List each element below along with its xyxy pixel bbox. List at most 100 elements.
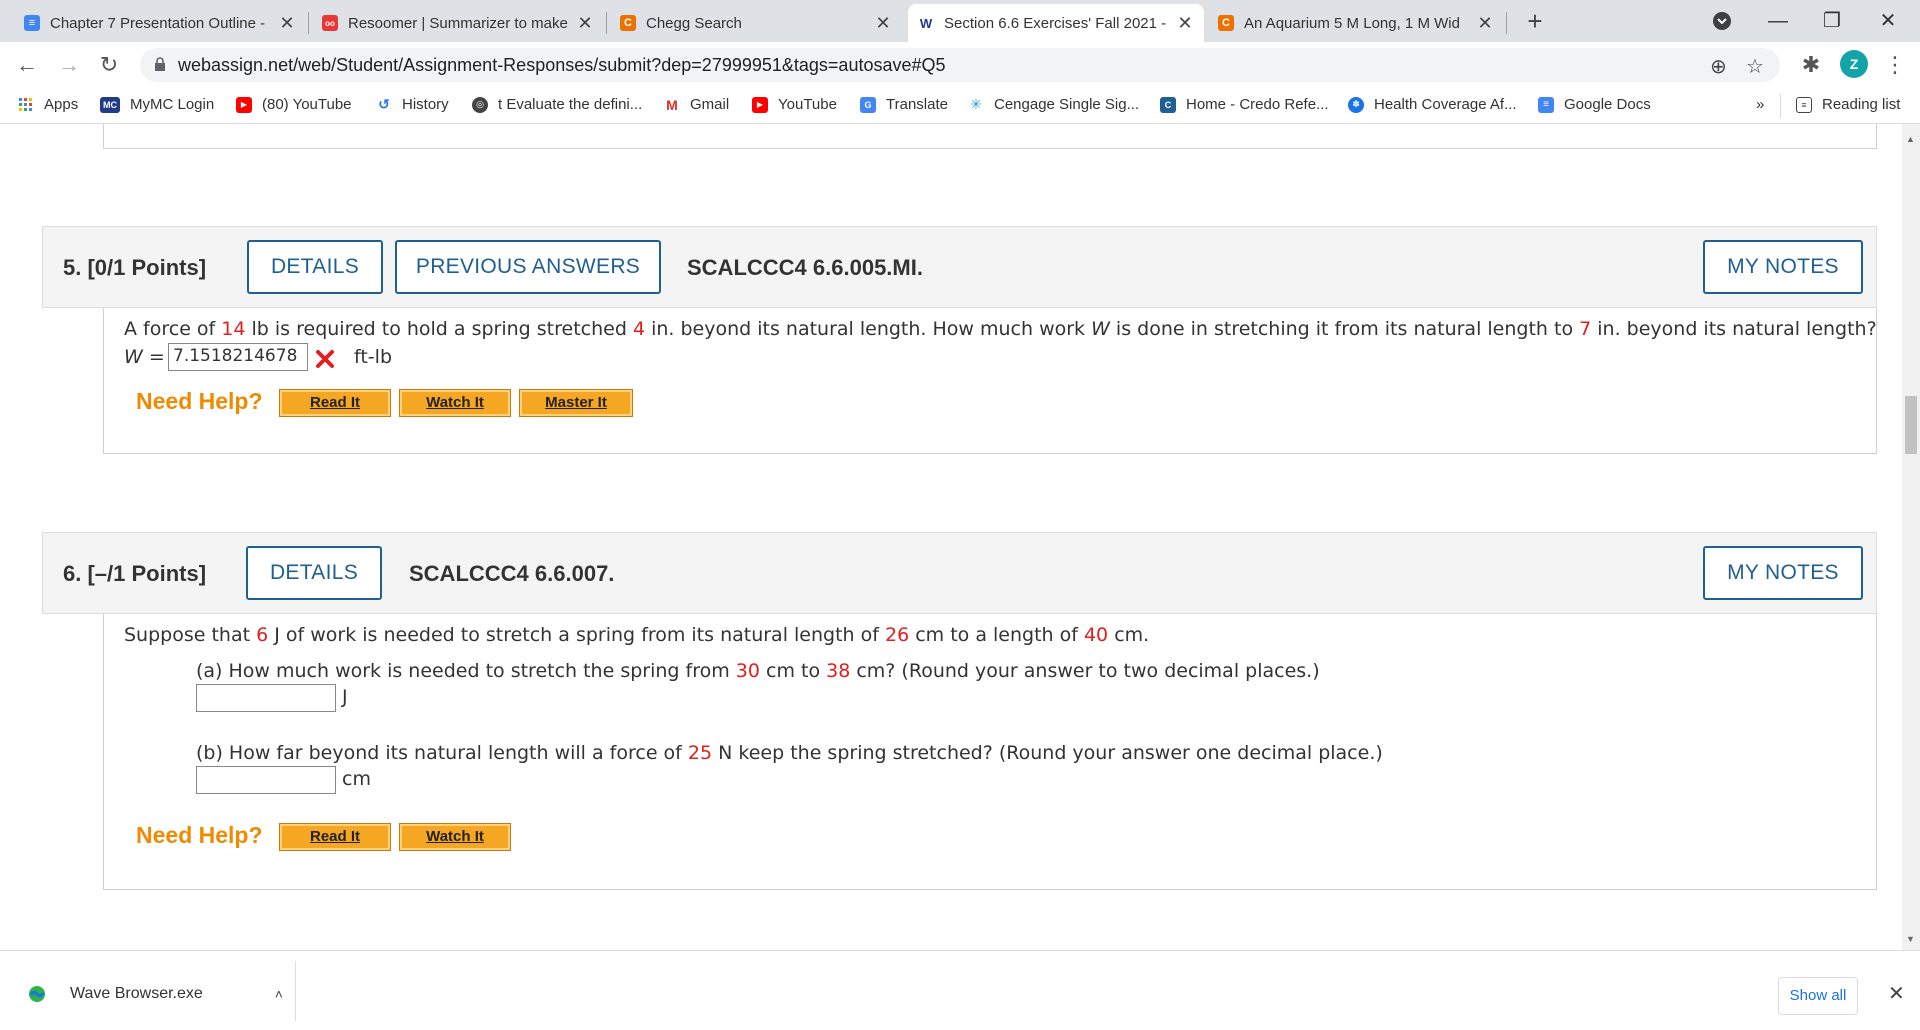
question-5-header: 5. [0/1 Points] DETAILS PREVIOUS ANSWERS… — [42, 226, 1877, 308]
youtube-icon: ▶ — [752, 96, 768, 113]
resoomer-icon: oo — [322, 15, 338, 31]
question-6-my-notes-button[interactable]: MY NOTES — [1703, 546, 1863, 600]
question-6-part-b-text: (b) How far beyond its natural length wi… — [196, 742, 1383, 764]
tab-chegg-search[interactable]: C Chegg Search ✕ — [610, 4, 902, 42]
question-6-part-b-unit: cm — [342, 768, 371, 790]
tab-strip: ≡ Chapter 7 Presentation Outline - ✕ oo … — [0, 0, 1920, 42]
bookmark-google-docs[interactable]: ≡ Google Docs — [1538, 96, 1651, 113]
history-icon: ↺ — [378, 96, 390, 112]
reading-list-icon: ≡ — [1796, 96, 1812, 113]
question-5-my-notes-button[interactable]: MY NOTES — [1703, 240, 1863, 294]
profile-avatar[interactable]: Z — [1840, 50, 1868, 78]
wave-browser-icon — [29, 986, 45, 1002]
close-download-bar-icon[interactable]: ✕ — [1888, 981, 1905, 1006]
incorrect-x-icon — [316, 350, 334, 368]
tab-aquarium[interactable]: C An Aquarium 5 M Long, 1 M Wid ✕ — [1208, 4, 1504, 42]
reload-icon[interactable]: ↻ — [94, 50, 124, 80]
tab-separator — [1506, 12, 1507, 34]
question-6-part-a-text: (a) How much work is needed to stretch t… — [196, 660, 1320, 682]
new-tab-button[interactable]: + — [1520, 6, 1550, 37]
page-content: 5. [0/1 Points] DETAILS PREVIOUS ANSWERS… — [0, 124, 1902, 950]
translate-icon: G — [860, 96, 876, 113]
menu-kebab-icon[interactable]: ⋮ — [1880, 50, 1910, 80]
tab-section-6-6[interactable]: W Section 6.6 Exercises' Fall 2021 - ✕ — [908, 4, 1204, 42]
health-icon: ✽ — [1348, 96, 1364, 113]
question-6-details-button[interactable]: DETAILS — [246, 546, 382, 600]
chegg-icon: C — [620, 15, 636, 31]
globe-icon: ◎ — [472, 96, 488, 113]
bookmark-credo[interactable]: C Home - Credo Refe... — [1160, 96, 1329, 113]
bookmark-evaluate[interactable]: ◎ t Evaluate the defini... — [472, 96, 642, 113]
window-close-icon[interactable]: ✕ — [1868, 4, 1908, 38]
question-5-answer-input[interactable]: 7.1518214678 — [168, 343, 308, 371]
tab-separator — [606, 12, 607, 34]
question-5-answer-label: W = — [124, 346, 165, 368]
scroll-down-icon[interactable]: ▼ — [1906, 934, 1915, 944]
back-arrow-icon[interactable]: ← — [12, 50, 42, 80]
bookmarks-bar: Apps MC MyMC Login ▶ (80) YouTube ↺ History… — [0, 88, 1920, 124]
scroll-up-icon[interactable]: ▲ — [1906, 134, 1915, 144]
question-5-number: 5. [0/1 Points] — [63, 255, 207, 280]
close-icon[interactable]: ✕ — [278, 13, 296, 34]
forward-arrow-icon[interactable]: → — [54, 50, 84, 80]
restore-icon[interactable]: ❐ — [1812, 4, 1852, 38]
bookmark-youtube[interactable]: ▶ YouTube — [752, 96, 837, 113]
question-6-part-b-input[interactable] — [196, 766, 336, 794]
minimize-icon[interactable]: — — [1758, 4, 1798, 38]
bookmark-history[interactable]: ↺ History — [376, 96, 449, 113]
question-6-need-help: Need Help? — [136, 822, 263, 848]
google-docs-icon: ≡ — [24, 15, 40, 31]
chevron-up-icon[interactable]: ˄ — [275, 986, 283, 1002]
question-6-read-it-button[interactable]: Read It — [279, 823, 391, 851]
bookmark-cengage[interactable]: ✳ Cengage Single Sig... — [968, 96, 1139, 113]
question-5-watch-it-button[interactable]: Watch It — [399, 389, 511, 417]
question-6-watch-it-button[interactable]: Watch It — [399, 823, 511, 851]
bookmark-mymc-login[interactable]: MC MyMC Login — [100, 96, 214, 113]
extensions-puzzle-icon[interactable]: ✱ — [1796, 50, 1826, 80]
address-bar[interactable]: webassign.net/web/Student/Assignment-Res… — [140, 48, 1780, 82]
tab-search-icon[interactable] — [1702, 4, 1742, 38]
bookmarks-overflow-button[interactable]: » — [1756, 96, 1764, 113]
question-6-prompt-text: Suppose that 6 J of work is needed to st… — [124, 624, 1150, 646]
question-6-part-a-input[interactable] — [196, 684, 336, 712]
question-5-prompt-text: A force of 14 lb is required to hold a s… — [124, 318, 1877, 340]
download-item[interactable]: Wave Browser.exe ˄ — [28, 985, 283, 1003]
apps-grid-icon — [18, 97, 34, 113]
bookmarks-divider — [1780, 94, 1781, 118]
close-icon[interactable]: ✕ — [576, 13, 594, 34]
question-5-details-button[interactable]: DETAILS — [247, 240, 383, 294]
previous-question-box — [103, 124, 1877, 149]
download-separator — [295, 961, 296, 1021]
close-icon[interactable]: ✕ — [1476, 13, 1494, 34]
mc-icon: MC — [100, 96, 120, 113]
question-6-part-a-unit: J — [342, 686, 348, 708]
question-6-code: SCALCCC4 6.6.007. — [409, 561, 615, 586]
tab-chapter-outline[interactable]: ≡ Chapter 7 Presentation Outline - ✕ — [14, 4, 306, 42]
google-docs-icon: ≡ — [1538, 96, 1554, 113]
question-5-previous-answers-button[interactable]: PREVIOUS ANSWERS — [395, 240, 661, 294]
bookmark-star-icon[interactable]: ☆ — [1746, 54, 1764, 79]
question-5-read-it-button[interactable]: Read It — [279, 389, 391, 417]
zoom-icon[interactable]: ⊕ — [1710, 54, 1727, 79]
chegg-icon: C — [1218, 15, 1234, 31]
question-5-answer-unit: ft-lb — [354, 346, 392, 368]
cengage-icon: ✳ — [970, 96, 982, 112]
bookmark-apps[interactable]: Apps — [18, 96, 78, 113]
question-5-need-help: Need Help? — [136, 388, 263, 414]
bookmark-health-coverage[interactable]: ✽ Health Coverage Af... — [1348, 96, 1517, 113]
bookmark-youtube-80[interactable]: ▶ (80) YouTube — [236, 96, 352, 113]
webassign-icon: W — [918, 15, 934, 31]
bookmark-gmail[interactable]: M Gmail — [664, 96, 729, 113]
tab-separator — [308, 12, 309, 34]
show-all-button[interactable]: Show all — [1778, 977, 1858, 1015]
reading-list-button[interactable]: ≡ Reading list — [1796, 96, 1900, 113]
youtube-icon: ▶ — [236, 96, 252, 113]
bookmark-translate[interactable]: G Translate — [860, 96, 948, 113]
close-icon[interactable]: ✕ — [874, 13, 892, 34]
question-6-number: 6. [–/1 Points] — [63, 561, 207, 586]
close-icon[interactable]: ✕ — [1176, 13, 1194, 34]
scroll-thumb[interactable] — [1905, 396, 1917, 454]
page-scrollbar[interactable]: ▲ ▼ — [1902, 124, 1920, 950]
question-5-master-it-button[interactable]: Master It — [519, 389, 633, 417]
tab-resoomer[interactable]: oo Resoomer | Summarizer to make ✕ — [312, 4, 604, 42]
